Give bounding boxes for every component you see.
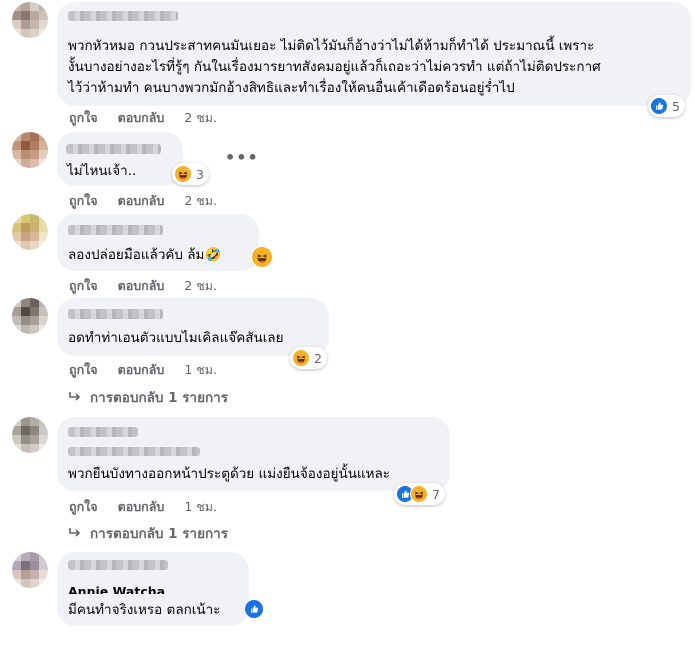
reaction-summary[interactable]	[244, 599, 264, 619]
reaction-count: 3	[196, 166, 204, 182]
reaction-summary[interactable]: 2	[290, 347, 327, 369]
comment-actions: ถูกใจ ตอบกลับ 2 ชม.	[69, 191, 217, 211]
reply-button[interactable]: ตอบกลับ	[118, 276, 165, 296]
haha-icon	[251, 246, 273, 268]
reply-button[interactable]: ตอบกลับ	[118, 191, 165, 211]
comment-text-line: ลองปล่อยมือแล้วคับ ล้ม🤣	[68, 247, 222, 263]
avatar[interactable]	[12, 417, 48, 453]
view-replies-link[interactable]: การตอบกลับ 1 รายการ	[68, 386, 228, 408]
reaction-count: 7	[432, 486, 440, 502]
haha-icon	[292, 349, 310, 367]
author-name-blurred	[68, 560, 168, 570]
reaction-count: 5	[672, 98, 680, 114]
replies-label: การตอบกลับ 1 รายการ	[90, 390, 229, 406]
comment-text-line: ไว้ว่าห้ามทำ คนบางพวกมักอ้างสิทธิและทำเร…	[68, 80, 515, 96]
avatar[interactable]	[12, 298, 48, 334]
comment-bubble: อดทำท่าเอนตัวแบบไมเคิลแจ๊คสันเลย	[57, 298, 329, 356]
like-button[interactable]: ถูกใจ	[69, 497, 98, 517]
author-name[interactable]	[68, 11, 178, 21]
comment-actions: ถูกใจ ตอบกลับ 2 ชม.	[69, 108, 217, 128]
like-icon	[244, 599, 264, 619]
like-icon	[650, 97, 668, 115]
avatar[interactable]	[12, 2, 48, 38]
timestamp[interactable]: 2 ชม.	[184, 191, 217, 211]
author-name[interactable]	[68, 309, 163, 319]
comment-text-line: ไม่ไหนเจ้า..	[67, 163, 137, 179]
comment-actions: ถูกใจ ตอบกลับ 1 ชม.	[69, 497, 217, 517]
reply-button[interactable]: ตอบกลับ	[118, 360, 165, 380]
replies-label: การตอบกลับ 1 รายการ	[90, 526, 229, 542]
comment-actions: ถูกใจ ตอบกลับ 1 ชม.	[69, 360, 217, 380]
comment-text-line: อดทำท่าเอนตัวแบบไมเคิลแจ๊คสันเลย	[68, 330, 284, 346]
comment-text-line: มีคนทำจริงเหรอ ตลกเน้าะ	[68, 602, 221, 618]
avatar[interactable]	[12, 132, 48, 168]
comment-text-line: งั้นบางอย่างอะไรที่รู้ๆ กันในเรื่องมารยา…	[68, 59, 601, 75]
like-button[interactable]: ถูกใจ	[69, 191, 98, 211]
timestamp[interactable]: 2 ชม.	[184, 108, 217, 128]
reaction-count: 2	[314, 350, 322, 366]
author-name[interactable]	[68, 427, 138, 437]
avatar[interactable]	[12, 214, 48, 250]
more-options-icon[interactable]: •••	[225, 148, 259, 167]
like-button[interactable]: ถูกใจ	[69, 108, 98, 128]
comment-text-line: พวกหัวหมอ กวนประสาทคนมันเยอะ ไม่ติดไว้มั…	[68, 38, 595, 54]
author-subtitle	[68, 447, 200, 456]
comment-bubble: ไม่ไหนเจ้า..	[57, 132, 183, 186]
reaction-summary[interactable]: 7	[394, 483, 445, 505]
reply-button[interactable]: ตอบกลับ	[118, 497, 165, 517]
comment-bubble: Annie Watcha มีคนทำจริงเหรอ ตลกเน้าะ	[57, 552, 249, 626]
like-button[interactable]: ถูกใจ	[69, 360, 98, 380]
timestamp[interactable]: 1 ชม.	[184, 497, 217, 517]
reply-arrow-icon	[69, 392, 81, 401]
author-name[interactable]	[68, 225, 163, 235]
reply-button[interactable]: ตอบกลับ	[118, 108, 165, 128]
reaction-summary[interactable]: 5	[648, 95, 685, 117]
comment-bubble: ลองปล่อยมือแล้วคับ ล้ม🤣	[57, 214, 259, 271]
comment-bubble: พวกหัวหมอ กวนประสาทคนมันเยอะ ไม่ติดไว้มั…	[57, 2, 691, 106]
timestamp[interactable]: 2 ชม.	[184, 276, 217, 296]
avatar[interactable]	[12, 552, 48, 588]
reaction-summary[interactable]: 3	[172, 163, 209, 185]
comment-bubble: พวกยืนบังทางออกหน้าประตูด้วย แม่งยืนจ้อง…	[57, 417, 450, 491]
comment-text-line: พวกยืนบังทางออกหน้าประตูด้วย แม่งยืนจ้อง…	[68, 466, 391, 482]
comment-actions: ถูกใจ ตอบกลับ 2 ชม.	[69, 276, 217, 296]
reply-arrow-icon	[69, 528, 81, 537]
author-name[interactable]	[66, 144, 161, 154]
like-button[interactable]: ถูกใจ	[69, 276, 98, 296]
haha-icon	[174, 165, 192, 183]
reaction-summary[interactable]	[251, 246, 273, 268]
view-replies-link[interactable]: การตอบกลับ 1 รายการ	[68, 522, 228, 544]
author-name[interactable]: Annie Watcha	[68, 582, 165, 594]
timestamp[interactable]: 1 ชม.	[184, 360, 217, 380]
haha-icon	[410, 485, 428, 503]
